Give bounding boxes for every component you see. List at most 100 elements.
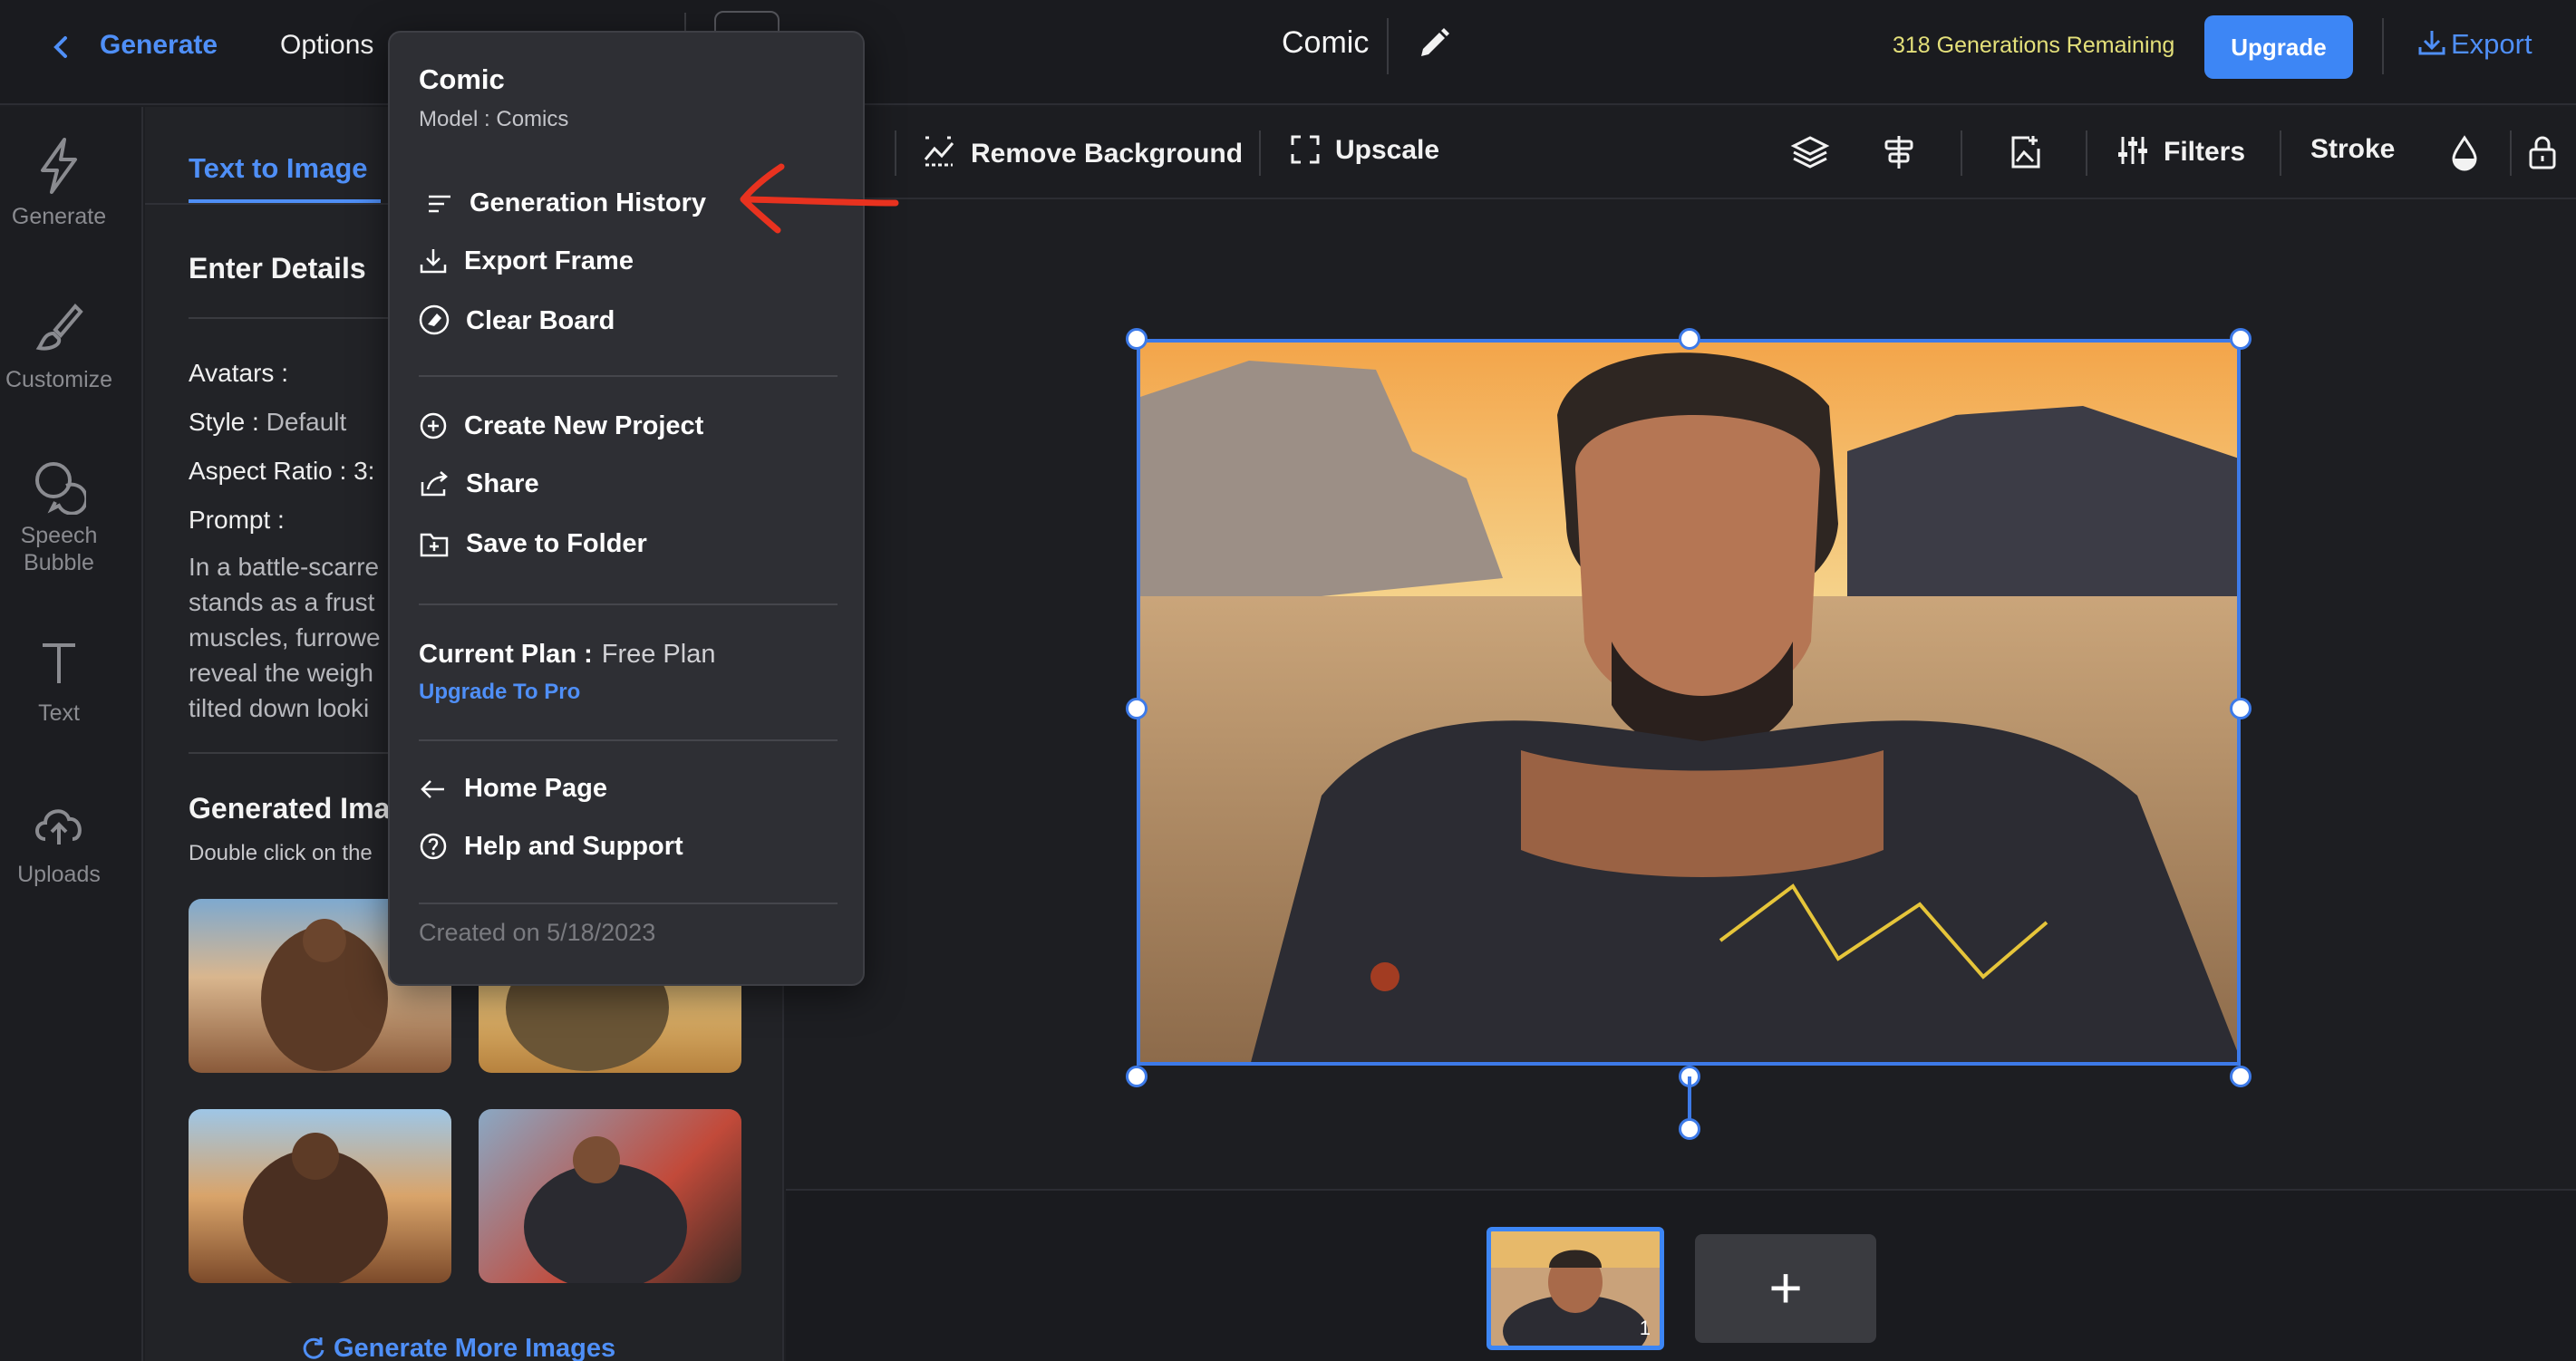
generate-nav-button[interactable]: Generate [100,30,218,61]
aspect-ratio-row: Aspect Ratio : 3: [189,457,375,485]
rail-item-label: Uploads [17,862,101,887]
resize-handle-bottom-right[interactable] [2230,1066,2252,1087]
lightning-icon [41,138,77,194]
rail-item-label: Generate [11,204,107,229]
download-icon [2418,31,2445,55]
page-number: 1 [1639,1317,1651,1339]
tool-rail: Generate Customize Speech Bubble Text Up… [0,107,143,1361]
style-value: Default [266,408,347,436]
top-bar: Generate Options Comic 318 Generations R… [0,0,2576,105]
menu-item-label: Home Page [464,774,607,803]
menu-model-label: Model : Comics [419,107,569,131]
annotation-arrow-icon [740,163,899,234]
divider [1961,130,1962,176]
menu-project-title: Comic [419,63,505,95]
rail-item-label: Speech Bubble [20,523,98,575]
layers-icon[interactable] [1790,132,1830,172]
resize-handle-right[interactable] [2230,698,2252,719]
divider [419,375,838,377]
details-heading: Enter Details [189,252,366,285]
selected-comic-image[interactable] [1137,339,2241,1066]
export-label: Export [2451,28,2532,60]
share-icon [421,471,448,497]
menu-item-label: Help and Support [464,832,683,861]
tab-text-to-image[interactable]: Text to Image [189,152,368,185]
upscale-label: Upscale [1335,135,1440,165]
list-icon [429,195,450,213]
menu-item-label: Export Frame [464,246,634,275]
divider [419,603,838,605]
lock-icon[interactable] [2523,132,2562,172]
page-thumbnail[interactable]: 1 [1487,1227,1664,1350]
resize-handle-top-left[interactable] [1126,328,1148,350]
divider [1387,18,1389,74]
text-icon [43,643,75,683]
rotate-handle[interactable] [1679,1118,1700,1140]
upgrade-to-pro-link[interactable]: Upgrade To Pro [419,680,580,705]
page-strip [786,1189,2576,1361]
generate-more-label: Generate More Images [334,1334,616,1361]
eraser-icon [419,304,450,335]
generated-images-heading: Generated Ima [189,792,391,825]
menu-item-generation-history[interactable]: Generation History [426,188,706,218]
menu-item-create-new-project[interactable]: Create New Project [419,411,703,441]
add-image-icon[interactable] [2006,132,2046,172]
divider [2382,18,2384,74]
brush-icon [35,304,83,351]
rail-item-generate[interactable]: Generate [0,136,118,230]
menu-item-label: Create New Project [464,411,704,440]
resize-handle-bottom-left[interactable] [1126,1066,1148,1087]
resize-handle-left[interactable] [1126,698,1148,719]
divider [419,903,838,904]
menu-item-clear-board[interactable]: Clear Board [419,304,615,336]
edit-title-pencil-icon[interactable] [1414,24,1454,63]
upgrade-button[interactable]: Upgrade [2204,15,2353,79]
project-created-date: Created on 5/18/2023 [419,919,656,946]
options-menu-button[interactable]: Options [280,30,373,61]
upscale-button[interactable]: Upscale [1290,134,1439,166]
resize-handle-top-right[interactable] [2230,328,2252,350]
menu-item-home-page[interactable]: Home Page [419,774,607,804]
generated-image-thumb[interactable] [479,1109,741,1283]
rail-item-speech-bubble[interactable]: Speech Bubble [0,458,118,576]
remove-background-label: Remove Background [971,139,1244,169]
plus-circle-icon [420,412,447,439]
speech-bubble-icon [35,462,86,515]
rail-item-label: Customize [5,367,113,392]
filters-button[interactable]: Filters [2116,134,2245,168]
back-chevron-icon[interactable] [51,31,78,63]
editor-toolbar: Remove Background Upscale Filters Stroke [786,107,2576,199]
rail-item-customize[interactable]: Customize [0,299,118,393]
menu-item-label: Clear Board [466,306,615,335]
rail-item-label: Text [38,700,80,726]
menu-item-save-to-folder[interactable]: Save to Folder [419,529,647,559]
menu-item-help-and-support[interactable]: Help and Support [419,832,683,862]
remove-background-button[interactable]: Remove Background [922,134,1243,169]
style-row: Style : Default [189,408,346,437]
add-page-button[interactable]: + [1695,1234,1876,1343]
menu-item-share[interactable]: Share [419,469,539,499]
export-button[interactable]: Export [2416,27,2532,61]
divider [1259,130,1261,176]
rail-item-text[interactable]: Text [0,636,118,727]
remove-background-icon [924,136,954,167]
avatars-row: Avatars : [189,359,288,387]
divider [2510,130,2512,176]
refresh-icon [303,1337,324,1359]
align-center-icon[interactable] [1879,132,1919,172]
resize-handle-top[interactable] [1679,328,1700,350]
menu-item-export-frame[interactable]: Export Frame [419,246,634,276]
generate-more-images-button[interactable]: Generate More Images [301,1334,615,1361]
menu-item-label: Share [466,469,539,498]
divider [2280,130,2281,176]
arrow-left-icon [421,780,444,798]
generated-image-thumb[interactable] [189,1109,451,1283]
rail-item-uploads[interactable]: Uploads [0,797,118,888]
generated-images-hint: Double click on the [189,841,373,865]
opacity-drop-icon[interactable] [2445,132,2484,172]
help-icon [420,833,447,860]
prompt-key: Prompt : [189,506,285,534]
sliders-icon [2118,137,2147,164]
stroke-button[interactable]: Stroke [2310,134,2395,165]
menu-item-label: Save to Folder [466,529,647,558]
